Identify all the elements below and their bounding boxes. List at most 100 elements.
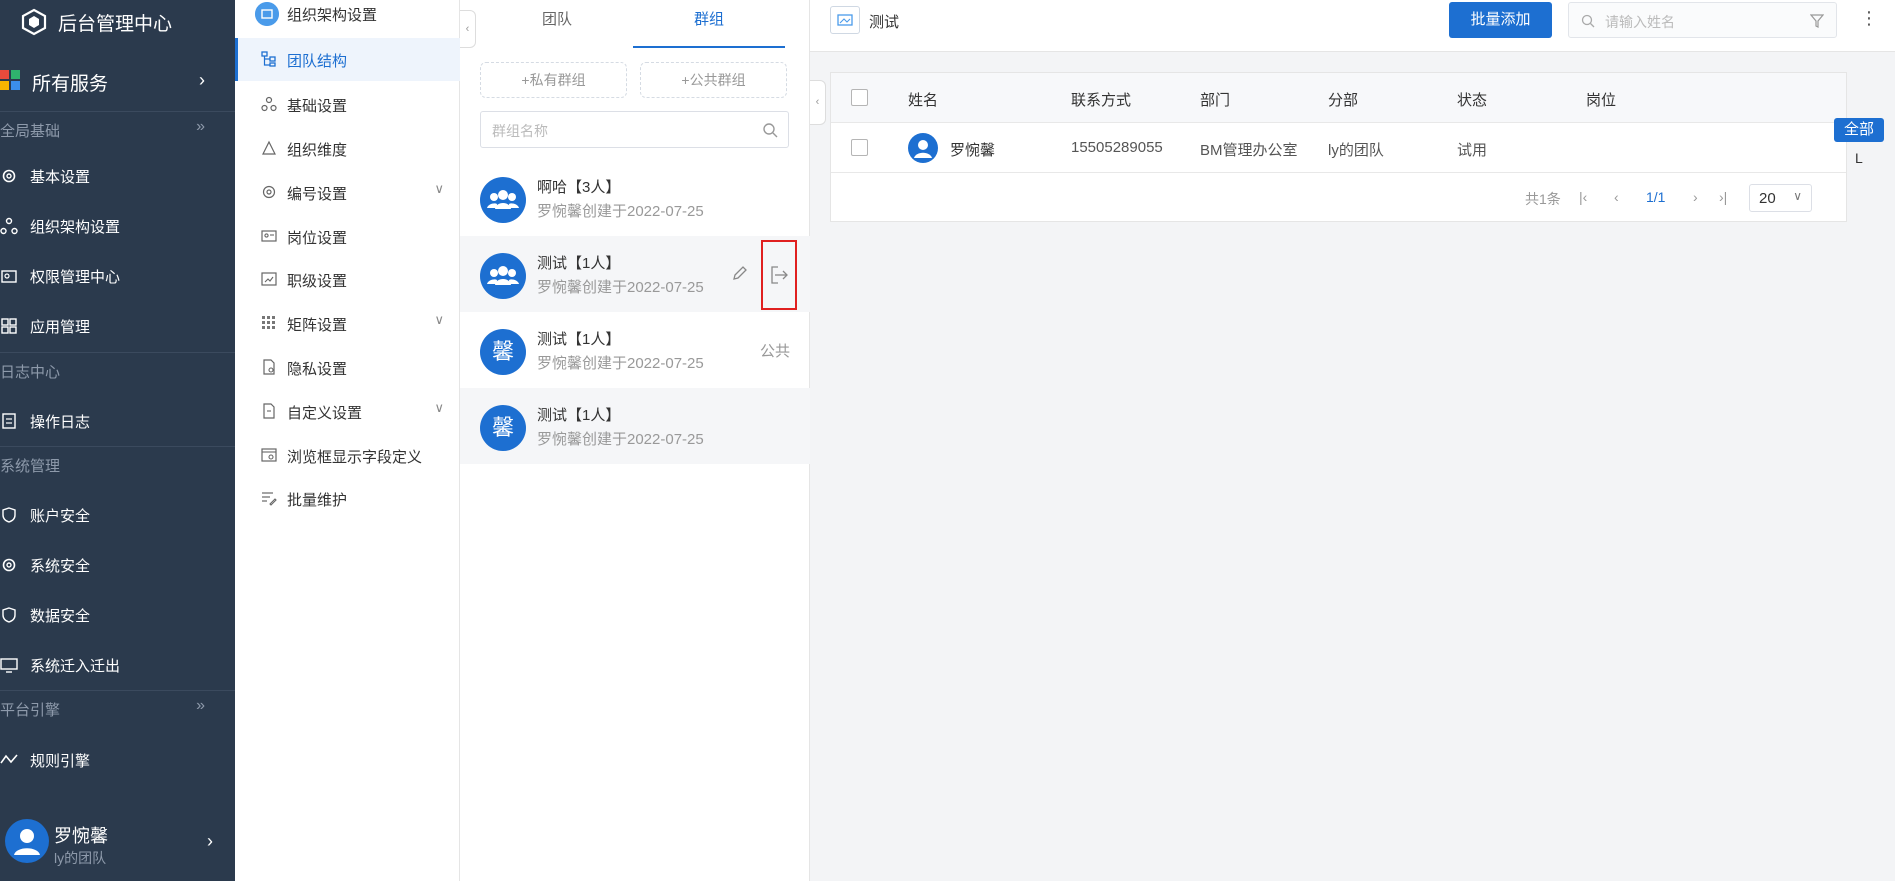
user-avatar xyxy=(5,819,49,863)
nav-item-data-security[interactable]: 数据安全 xyxy=(0,594,235,634)
nav-item-label: 应用管理 xyxy=(30,319,91,336)
monitor-icon xyxy=(0,658,18,673)
settings-item-label: 矩阵设置 xyxy=(287,317,348,334)
member-avatar xyxy=(908,133,938,163)
total-count: 共1条 xyxy=(1525,191,1561,207)
nav-section-title: 全局基础 xyxy=(0,123,61,140)
member-name[interactable]: 罗惋馨 xyxy=(950,139,995,160)
settings-item-rank[interactable]: 职级设置 xyxy=(235,258,460,301)
filter-icon[interactable] xyxy=(1810,14,1824,28)
settings-item-label: 隐私设置 xyxy=(287,361,348,378)
people-icon xyxy=(487,190,519,209)
column-header[interactable]: 分部 xyxy=(1328,89,1358,110)
nav-item-system-migration[interactable]: 系统迁入迁出 xyxy=(0,644,235,684)
column-header[interactable]: 姓名 xyxy=(908,89,938,110)
settings-item-batch-maintain[interactable]: 批量维护 xyxy=(235,477,460,520)
group-search-placeholder: 群组名称 xyxy=(492,123,548,139)
next-page-icon[interactable]: › xyxy=(1693,189,1698,205)
nav-item-operation-log[interactable]: 操作日志 xyxy=(0,400,235,440)
settings-item-label: 编号设置 xyxy=(287,186,348,203)
nav-item-rule-engine[interactable]: 规则引擎 xyxy=(0,739,235,779)
all-services-button[interactable]: 所有服务 › xyxy=(0,64,235,104)
tab-group[interactable]: 群组 xyxy=(694,8,724,29)
nav-item-label: 基本设置 xyxy=(30,169,91,186)
group-name: 测试【1人】 xyxy=(537,255,621,272)
column-header[interactable]: 岗位 xyxy=(1586,89,1616,110)
settings-item-basic[interactable]: 基础设置 xyxy=(235,83,460,126)
search-icon[interactable] xyxy=(762,122,778,138)
row-checkbox[interactable] xyxy=(851,139,868,156)
more-menu-icon[interactable]: ⋮ xyxy=(1860,8,1878,29)
column-header[interactable]: 部门 xyxy=(1200,89,1230,110)
nav-item-org-settings[interactable]: 组织架构设置 xyxy=(0,205,235,245)
name-search-placeholder: 请输入姓名 xyxy=(1605,14,1675,30)
group-created: 罗惋馨创建于2022-07-25 xyxy=(537,431,704,448)
nav-item-label: 数据安全 xyxy=(30,608,91,625)
nav-item-permission-center[interactable]: 权限管理中心 xyxy=(0,255,235,295)
last-page-icon[interactable]: ›| xyxy=(1719,189,1727,205)
nav-section-engine[interactable]: 平台引擎 » xyxy=(0,690,235,730)
filter-all-button[interactable]: 全部 xyxy=(1834,118,1884,142)
chevron-right-icon: › xyxy=(199,70,205,90)
first-page-icon[interactable]: |‹ xyxy=(1579,189,1587,205)
user-silhouette-icon xyxy=(914,140,932,158)
settings-item-org-dimension[interactable]: 组织维度 xyxy=(235,127,460,170)
nav-section-system[interactable]: 系统管理 xyxy=(0,446,235,486)
detail-topbar: 测试 批量添加 请输入姓名 ⋮ xyxy=(810,0,1895,52)
settings-item-numbering[interactable]: 编号设置 ∨ xyxy=(235,171,460,214)
table-row[interactable]: 罗惋馨 15505289055 BM管理办公室 ly的团队 试用 xyxy=(831,123,1846,173)
nodes-icon xyxy=(261,96,277,112)
settings-item-browser-fields[interactable]: 浏览框显示字段定义 xyxy=(235,434,460,477)
settings-item-label: 浏览框显示字段定义 xyxy=(287,449,423,466)
nav-item-basic-settings[interactable]: 基本设置 xyxy=(0,155,235,195)
add-public-group-button[interactable]: +公共群组 xyxy=(640,62,787,98)
panel-collapse-button[interactable]: ‹ xyxy=(810,80,826,125)
member-branch: ly的团队 xyxy=(1328,142,1384,159)
settings-item-position[interactable]: 岗位设置 xyxy=(235,215,460,258)
tab-team[interactable]: 团队 xyxy=(542,8,572,29)
nav-section-log[interactable]: 日志中心 xyxy=(0,352,235,392)
shield-icon xyxy=(2,607,16,623)
settings-item-custom[interactable]: 自定义设置 ∨ xyxy=(235,390,460,433)
gear-icon xyxy=(2,169,16,183)
group-created: 罗惋馨创建于2022-07-25 xyxy=(537,203,704,220)
nav-item-app-management[interactable]: 应用管理 xyxy=(0,305,235,345)
nav-item-account-security[interactable]: 账户安全 xyxy=(0,494,235,534)
page-size-select[interactable]: 20 ∨ xyxy=(1749,184,1812,212)
member-table: 姓名 联系方式 部门 分部 状态 岗位 罗惋馨 15505289055 BM管理… xyxy=(830,72,1847,222)
settings-item-label: 职级设置 xyxy=(287,273,348,290)
search-icon xyxy=(1581,14,1595,28)
current-user[interactable]: 罗惋馨 ly的团队 › xyxy=(0,815,235,875)
batch-add-button[interactable]: 批量添加 xyxy=(1449,2,1552,38)
group-list-item[interactable]: 啊哈【3人】 罗惋馨创建于2022-07-25 xyxy=(460,160,810,236)
column-header[interactable]: 状态 xyxy=(1457,89,1487,110)
nav-item-system-security[interactable]: 系统安全 xyxy=(0,544,235,584)
matrix-icon xyxy=(262,316,275,329)
gear-icon xyxy=(2,558,16,572)
letter-index-l[interactable]: L xyxy=(1855,150,1863,166)
group-created: 罗惋馨创建于2022-07-25 xyxy=(537,279,704,296)
group-created: 罗惋馨创建于2022-07-25 xyxy=(537,355,704,372)
exit-group-button[interactable] xyxy=(761,240,797,310)
add-private-group-button[interactable]: +私有群组 xyxy=(480,62,627,98)
id-card-icon xyxy=(261,230,277,242)
custom-doc-icon xyxy=(263,403,275,419)
settings-item-privacy[interactable]: 隐私设置 xyxy=(235,346,460,389)
nav-section-title: 日志中心 xyxy=(0,364,61,381)
page-indicator: 1/1 xyxy=(1646,189,1666,205)
group-list-item[interactable]: 测试【1人】 罗惋馨创建于2022-07-25 xyxy=(460,236,810,312)
prev-page-icon[interactable]: ‹ xyxy=(1614,189,1619,205)
select-all-checkbox[interactable] xyxy=(851,89,868,106)
column-header[interactable]: 联系方式 xyxy=(1071,89,1131,110)
group-list-item[interactable]: 馨 测试【1人】 罗惋馨创建于2022-07-25 公共 xyxy=(460,312,810,388)
name-search-input[interactable]: 请输入姓名 xyxy=(1568,2,1837,38)
all-services-label: 所有服务 xyxy=(32,74,109,95)
org-settings-icon xyxy=(255,2,279,26)
settings-item-matrix[interactable]: 矩阵设置 ∨ xyxy=(235,302,460,345)
double-chevron-icon: » xyxy=(196,697,205,714)
group-search-input[interactable]: 群组名称 xyxy=(480,111,789,148)
settings-item-team-structure[interactable]: 团队结构 xyxy=(235,38,460,81)
edit-pencil-icon[interactable] xyxy=(731,264,749,282)
nav-section-global[interactable]: 全局基础 » xyxy=(0,111,235,151)
group-list-item[interactable]: 馨 测试【1人】 罗惋馨创建于2022-07-25 xyxy=(460,388,810,464)
